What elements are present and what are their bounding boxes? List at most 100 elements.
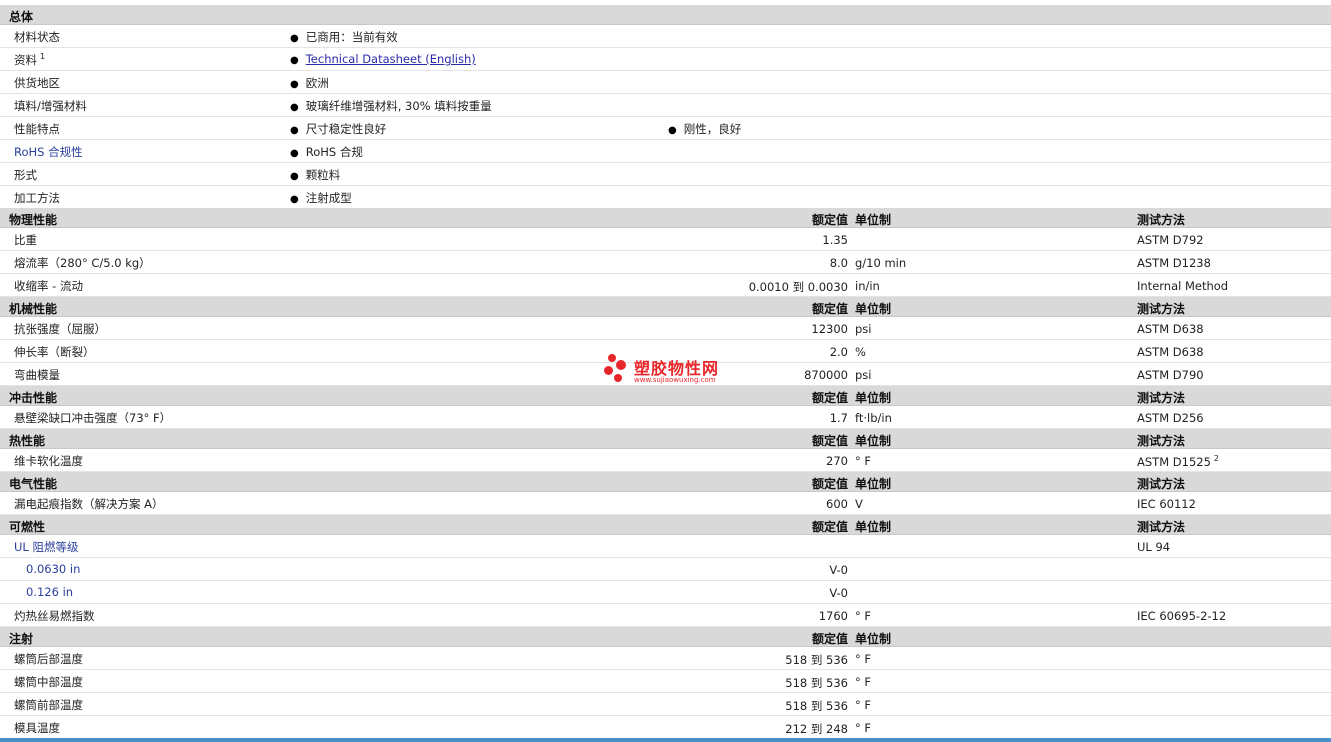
table-row: 漏电起痕指数（解决方案 A） 600 V IEC 60112: [0, 492, 1331, 515]
row-value: 1760: [818, 609, 848, 623]
row-method: ASTM D638: [1137, 345, 1204, 359]
section-mechanical-header: 机械性能 额定值 单位制 测试方法: [0, 297, 1331, 317]
row-unit: ° F: [855, 454, 872, 468]
section-general-header: 总体: [0, 5, 1331, 25]
bullet-icon: ●: [290, 125, 299, 136]
section-physical-header: 物理性能 额定值 单位制 测试方法: [0, 208, 1331, 228]
row-form: 形式 ● 颗粒料: [0, 163, 1331, 186]
row-method: ASTM D1238: [1137, 256, 1211, 270]
row-value: 518 到 536: [785, 676, 848, 690]
logo-dot-icon: [614, 374, 622, 382]
col-header-unit: 单位制: [855, 391, 892, 405]
logo-dot-icon: [604, 366, 613, 375]
row-label: 形式: [14, 168, 37, 182]
col-header-value: 额定值: [811, 302, 848, 316]
bullet-icon: ●: [668, 125, 677, 136]
row-value: ● Technical Datasheet (English): [290, 52, 476, 66]
col-header-unit: 单位制: [855, 520, 892, 534]
row-datasheet: 资料 1 ● Technical Datasheet (English): [0, 48, 1331, 71]
row-value: 518 到 536: [785, 653, 848, 667]
col-header-method: 测试方法: [1137, 391, 1186, 405]
row-unit: V: [855, 497, 863, 511]
col-header-method: 测试方法: [1137, 520, 1186, 534]
row-label: 性能特点: [14, 122, 60, 136]
section-title: 电气性能: [9, 477, 58, 491]
table-row: 比重 1.35 ASTM D792: [0, 228, 1331, 251]
row-unit: ° F: [855, 698, 872, 712]
logo-dot-icon: [616, 360, 626, 370]
section-injection-header: 注射 额定值 单位制: [0, 627, 1331, 647]
row-value: ● 颗粒料: [290, 167, 340, 183]
value-text: 刚性，良好: [683, 122, 742, 136]
row-method: IEC 60112: [1137, 497, 1196, 511]
row-method: ASTM D1525 2: [1137, 454, 1219, 469]
section-thermal-header: 热性能 额定值 单位制 测试方法: [0, 429, 1331, 449]
row-value: 0.0010 到 0.0030: [748, 280, 848, 294]
row-features: 性能特点 ● 尺寸稳定性良好 ● 刚性，良好: [0, 117, 1331, 140]
row-method: IEC 60695-2-12: [1137, 609, 1227, 623]
bullet-icon: ●: [290, 79, 299, 90]
row-value: 1.35: [822, 233, 848, 247]
row-unit: ° F: [855, 675, 872, 689]
section-title: 冲击性能: [9, 391, 58, 405]
row-unit: ° F: [855, 652, 872, 666]
row-value: 600: [826, 497, 848, 511]
section-flammability-header: 可燃性 额定值 单位制 测试方法: [0, 515, 1331, 535]
row-label: 漏电起痕指数（解决方案 A）: [14, 497, 164, 511]
col-header-unit: 单位制: [855, 632, 892, 646]
col-header-value: 额定值: [811, 434, 848, 448]
bullet-icon: ●: [290, 102, 299, 113]
value-text: 颗粒料: [305, 168, 341, 182]
table-row: 0.126 in V-0: [0, 581, 1331, 604]
row-value: ● 玻璃纤维增强材料, 30% 填料按重量: [290, 98, 492, 114]
row-value: ● RoHS 合规: [290, 144, 363, 160]
row-label: 0.0630 in: [26, 562, 81, 576]
row-label: 螺筒后部温度: [14, 652, 83, 666]
row-unit: ° F: [855, 609, 872, 623]
section-impact-header: 冲击性能 额定值 单位制 测试方法: [0, 386, 1331, 406]
table-row: 0.0630 in V-0: [0, 558, 1331, 581]
row-label: 弯曲模量: [14, 368, 60, 382]
row-value: ● 已商用：当前有效: [290, 29, 398, 45]
row-unit: psi: [855, 368, 872, 382]
row-value: 12300: [811, 322, 848, 336]
row-label: 伸长率（断裂）: [14, 345, 95, 359]
value-text: RoHS 合规: [305, 145, 363, 159]
label-text: 资料: [14, 53, 37, 67]
table-row: 维卡软化温度 270 ° F ASTM D1525 2: [0, 449, 1331, 472]
datasheet-link[interactable]: Technical Datasheet (English): [306, 52, 476, 66]
watermark-url: www.sujiaowuxing.com: [634, 376, 716, 384]
row-value: 1.7: [829, 411, 848, 425]
section-title: 总体: [9, 10, 34, 24]
row-method: ASTM D790: [1137, 368, 1204, 382]
row-label: 收缩率 - 流动: [14, 279, 83, 293]
col-header-unit: 单位制: [855, 213, 892, 227]
row-value: V-0: [829, 586, 848, 600]
col-header-unit: 单位制: [855, 434, 892, 448]
value-text: 玻璃纤维增强材料, 30% 填料按重量: [305, 99, 492, 113]
row-value: ● 尺寸稳定性良好: [290, 121, 386, 137]
table-row: 抗张强度（屈服） 12300 psi ASTM D638: [0, 317, 1331, 340]
table-row: 灼热丝易燃指数 1760 ° F IEC 60695-2-12: [0, 604, 1331, 627]
table-row: 螺筒中部温度 518 到 536 ° F: [0, 670, 1331, 693]
row-value: ● 注射成型: [290, 190, 352, 206]
bullet-icon: ●: [290, 171, 299, 182]
table-row: 悬壁梁缺口冲击强度（73° F） 1.7 ft·lb/in ASTM D256: [0, 406, 1331, 429]
section-title: 热性能: [9, 434, 46, 448]
value-text: 尺寸稳定性良好: [305, 122, 387, 136]
row-label: 比重: [14, 233, 37, 247]
value-text: 已商用：当前有效: [305, 30, 398, 44]
section-electrical-header: 电气性能 额定值 单位制 测试方法: [0, 472, 1331, 492]
watermark-logo: 塑胶物性网 www.sujiaowuxing.com: [604, 352, 744, 388]
row-label: 螺筒前部温度: [14, 698, 83, 712]
col-header-value: 额定值: [811, 632, 848, 646]
row-unit: psi: [855, 322, 872, 336]
col-header-method: 测试方法: [1137, 213, 1186, 227]
row-label: 资料 1: [14, 52, 45, 68]
method-text: ASTM D1525: [1137, 454, 1211, 469]
row-process: 加工方法 ● 注射成型: [0, 186, 1331, 209]
col-header-unit: 单位制: [855, 477, 892, 491]
row-material-status: 材料状态 ● 已商用：当前有效: [0, 25, 1331, 48]
col-header-value: 额定值: [811, 520, 848, 534]
table-row: 模具温度 212 到 248 ° F: [0, 716, 1331, 739]
